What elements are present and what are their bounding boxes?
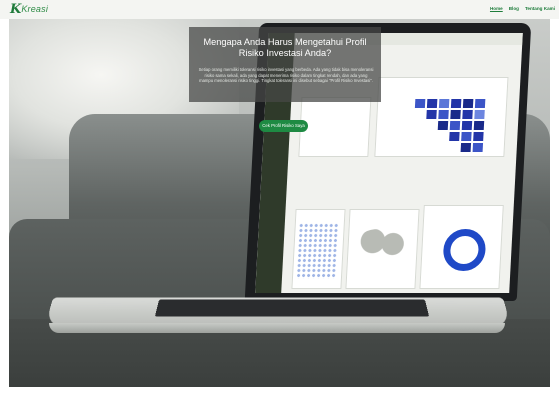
- dashboard-panel: [298, 97, 372, 157]
- nav-link-home[interactable]: Home: [490, 5, 503, 13]
- dashboard-dot-grid: [295, 223, 339, 279]
- check-risk-profile-button[interactable]: Cek Profil Risiko Saya: [259, 120, 308, 132]
- laptop-keyboard: [154, 299, 430, 317]
- dashboard-heatmap: [412, 99, 487, 155]
- hero-description: Setiap orang memiliki toleransi risiko i…: [198, 67, 374, 84]
- top-navbar: K Kreasi Home Blog Tentang Kami: [0, 0, 559, 19]
- laptop-lip: [49, 323, 505, 333]
- hero-title: Mengapa Anda Harus Mengetahui Profil Ris…: [203, 37, 367, 58]
- dashboard-world-map: [356, 229, 409, 259]
- brand-logo[interactable]: K Kreasi: [10, 2, 48, 17]
- nav-link-tentang-kami[interactable]: Tentang Kami: [525, 5, 555, 13]
- logo-text: Kreasi: [21, 4, 49, 14]
- nav-link-blog[interactable]: Blog: [509, 5, 519, 13]
- nav-links: Home Blog Tentang Kami: [490, 5, 555, 13]
- hero-text-card: Mengapa Anda Harus Mengetahui Profil Ris…: [189, 27, 381, 102]
- logo-mark-icon: K: [10, 2, 22, 17]
